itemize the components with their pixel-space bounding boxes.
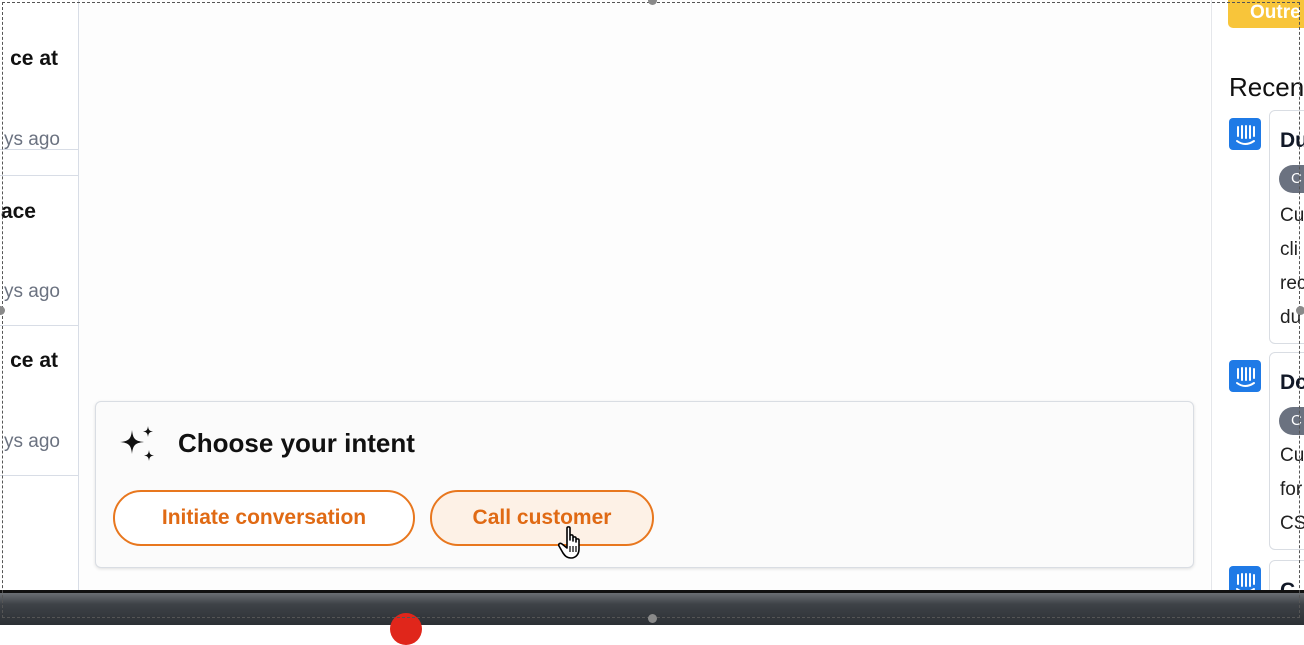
card-title: Du xyxy=(1280,129,1304,152)
list-item-title: ace xyxy=(0,200,36,223)
card-title: C xyxy=(1280,579,1295,590)
right-panel: Outre Recen Du C Cu cli rec du Do C Cu f… xyxy=(1211,0,1304,590)
card-text: for xyxy=(1280,479,1303,500)
recent-card[interactable]: C xyxy=(1269,560,1304,590)
record-icon xyxy=(390,613,422,645)
intent-card: Choose your intent Initiate conversation… xyxy=(95,401,1194,568)
intercom-icon xyxy=(1229,566,1261,590)
list-item[interactable]: ce at ys ago xyxy=(0,325,78,476)
card-title: Do xyxy=(1280,371,1304,394)
intercom-icon xyxy=(1229,360,1261,392)
card-text: CS xyxy=(1280,513,1304,534)
hand-cursor-icon xyxy=(558,526,580,559)
intent-title: Choose your intent xyxy=(178,428,415,458)
conversation-pane: Choose your intent Initiate conversation… xyxy=(79,0,1210,590)
list-item-divider xyxy=(0,25,78,176)
initiate-conversation-button[interactable]: Initiate conversation xyxy=(113,490,415,546)
list-item-time: ys ago xyxy=(4,431,60,452)
recent-heading: Recen xyxy=(1229,72,1304,102)
list-item-time: ys ago xyxy=(4,281,60,302)
sparkles-icon xyxy=(120,426,154,461)
card-chip: C xyxy=(1279,165,1304,193)
intercom-icon xyxy=(1229,118,1261,150)
list-item[interactable]: ace ys ago xyxy=(0,175,78,326)
app-frame: ce at ys ago ace ys ago ce at ys ago Cho… xyxy=(0,0,1304,590)
call-customer-button[interactable]: Call customer xyxy=(430,490,654,546)
conversation-list[interactable]: ce at ys ago ace ys ago ce at ys ago xyxy=(0,0,79,590)
outreach-tab[interactable]: Outre xyxy=(1228,0,1304,28)
recent-card[interactable]: Do C Cu for CS xyxy=(1269,352,1304,550)
card-text: Cu xyxy=(1280,205,1304,226)
list-item-title: ce at xyxy=(10,349,58,372)
card-text: rec xyxy=(1280,273,1304,294)
card-text: cli xyxy=(1280,239,1298,260)
resize-handle[interactable] xyxy=(1296,306,1304,315)
card-text: Cu xyxy=(1280,445,1304,466)
card-chip: C xyxy=(1279,407,1304,435)
